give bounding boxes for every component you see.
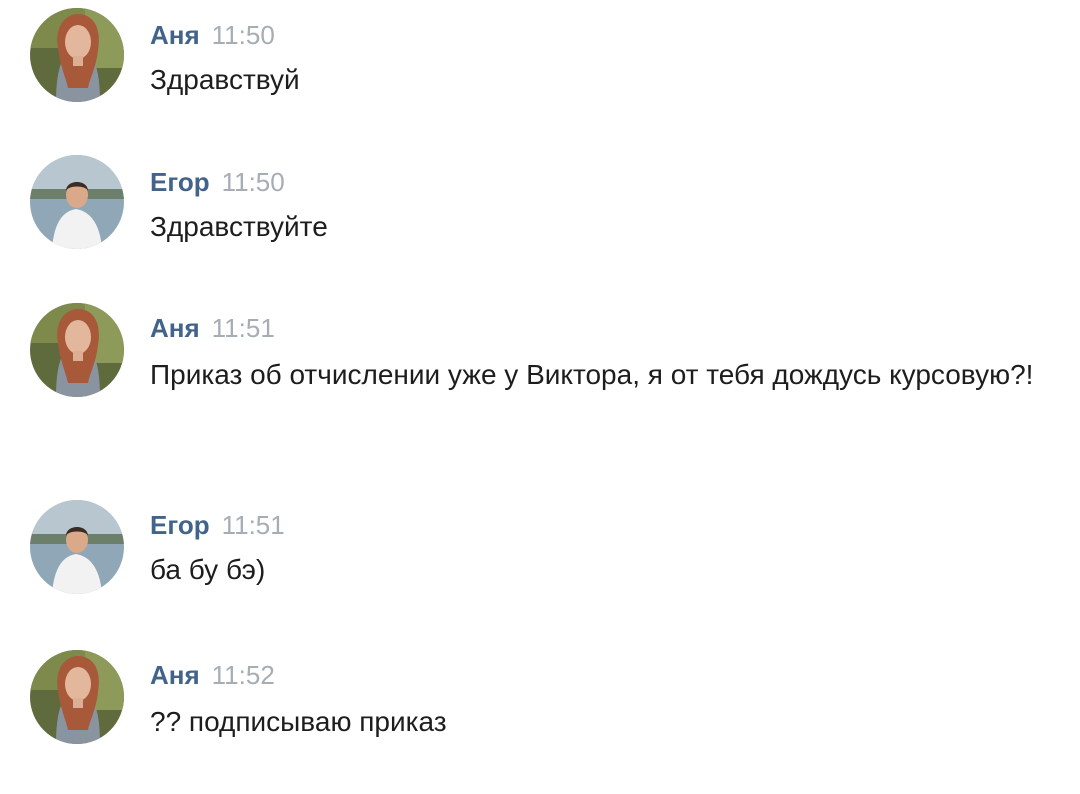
female-avatar-icon [30,8,124,102]
message-header: Аня 11:50 [150,20,275,50]
author-name[interactable]: Егор [150,167,210,197]
avatar[interactable] [30,650,124,744]
message-text: ?? подписываю приказ [150,706,447,737]
avatar[interactable] [30,155,124,249]
chat-history: Аня 11:50 Здравствуй Егор 11:50 Здравствуй… [0,0,1080,794]
message-header: Егор 11:50 [150,167,285,197]
message-text: Здравствуйте [150,211,328,242]
author-name[interactable]: Егор [150,510,210,540]
female-avatar-icon [30,303,124,397]
avatar[interactable] [30,500,124,594]
message-header: Аня 11:52 [150,660,275,690]
author-name[interactable]: Аня [150,313,200,343]
message-text: Здравствуй [150,64,300,95]
author-name[interactable]: Аня [150,20,200,50]
message-time: 11:51 [211,313,275,343]
avatar[interactable] [30,8,124,102]
female-avatar-icon [30,650,124,744]
author-name[interactable]: Аня [150,660,200,690]
message-header: Аня 11:51 [150,313,275,343]
message-text: ба бу бэ) [150,554,266,585]
message-header: Егор 11:51 [150,510,285,540]
message-time: 11:52 [211,660,275,690]
message-time: 11:50 [221,167,285,197]
male-avatar-icon [30,500,124,594]
message-text: Приказ об отчислении уже у Виктора, я от… [150,359,1034,390]
message-time: 11:50 [211,20,275,50]
avatar[interactable] [30,303,124,397]
male-avatar-icon [30,155,124,249]
message-time: 11:51 [221,510,285,540]
